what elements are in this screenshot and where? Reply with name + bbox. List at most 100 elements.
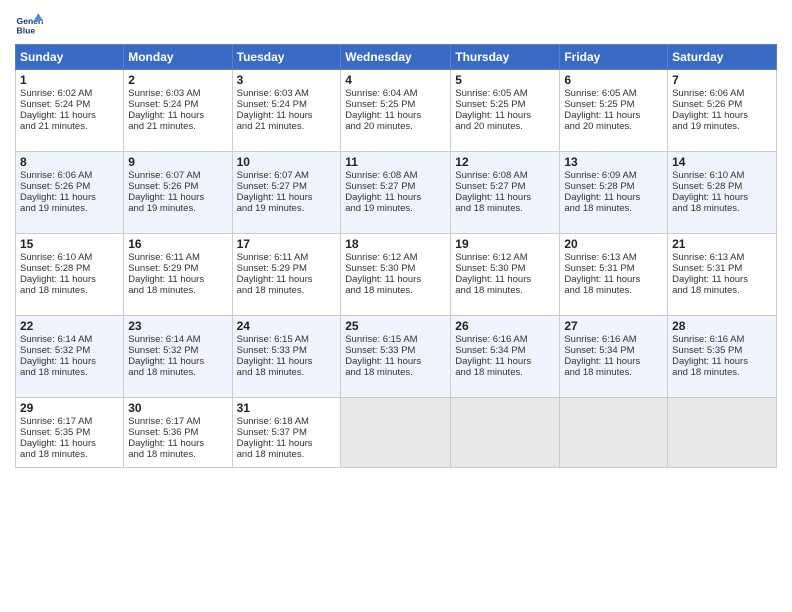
cell-info-line: Sunset: 5:25 PM [455, 99, 555, 110]
cell-info-line: and 18 minutes. [345, 367, 446, 378]
cell-info-line: Sunset: 5:34 PM [564, 345, 663, 356]
day-number: 7 [672, 73, 772, 87]
day-number: 31 [237, 401, 337, 415]
day-header-tuesday: Tuesday [232, 45, 341, 70]
cell-info-line: and 18 minutes. [128, 367, 227, 378]
calendar-cell: 13Sunrise: 6:09 AMSunset: 5:28 PMDayligh… [560, 152, 668, 234]
cell-info-line: Sunset: 5:30 PM [455, 263, 555, 274]
cell-info-line: and 18 minutes. [672, 285, 772, 296]
day-header-sunday: Sunday [16, 45, 124, 70]
cell-info-line: Daylight: 11 hours [672, 192, 772, 203]
cell-info-line: Sunrise: 6:17 AM [20, 416, 119, 427]
calendar-cell: 6Sunrise: 6:05 AMSunset: 5:25 PMDaylight… [560, 70, 668, 152]
cell-info-line: and 18 minutes. [455, 367, 555, 378]
day-number: 11 [345, 155, 446, 169]
calendar-week-row: 29Sunrise: 6:17 AMSunset: 5:35 PMDayligh… [16, 398, 777, 468]
cell-info-line: Sunrise: 6:02 AM [20, 88, 119, 99]
cell-info-line: and 21 minutes. [237, 121, 337, 132]
day-number: 1 [20, 73, 119, 87]
cell-info-line: Daylight: 11 hours [455, 110, 555, 121]
day-number: 29 [20, 401, 119, 415]
cell-info-line: Daylight: 11 hours [345, 274, 446, 285]
cell-info-line: Daylight: 11 hours [20, 274, 119, 285]
cell-info-line: Sunrise: 6:15 AM [237, 334, 337, 345]
day-number: 24 [237, 319, 337, 333]
cell-info-line: Daylight: 11 hours [237, 110, 337, 121]
cell-info-line: and 18 minutes. [564, 285, 663, 296]
calendar-cell: 26Sunrise: 6:16 AMSunset: 5:34 PMDayligh… [451, 316, 560, 398]
cell-info-line: Sunset: 5:28 PM [672, 181, 772, 192]
cell-info-line: Sunset: 5:32 PM [20, 345, 119, 356]
calendar-cell: 9Sunrise: 6:07 AMSunset: 5:26 PMDaylight… [124, 152, 232, 234]
cell-info-line: Sunset: 5:34 PM [455, 345, 555, 356]
cell-info-line: Sunset: 5:30 PM [345, 263, 446, 274]
cell-info-line: and 18 minutes. [455, 285, 555, 296]
cell-info-line: Sunset: 5:35 PM [20, 427, 119, 438]
cell-info-line: Daylight: 11 hours [672, 356, 772, 367]
cell-info-line: and 18 minutes. [237, 367, 337, 378]
cell-info-line: and 20 minutes. [345, 121, 446, 132]
calendar-week-row: 8Sunrise: 6:06 AMSunset: 5:26 PMDaylight… [16, 152, 777, 234]
cell-info-line: Sunrise: 6:14 AM [20, 334, 119, 345]
cell-info-line: and 18 minutes. [20, 367, 119, 378]
calendar-week-row: 15Sunrise: 6:10 AMSunset: 5:28 PMDayligh… [16, 234, 777, 316]
cell-info-line: Daylight: 11 hours [128, 356, 227, 367]
cell-info-line: Sunset: 5:29 PM [237, 263, 337, 274]
cell-info-line: Daylight: 11 hours [128, 274, 227, 285]
day-number: 15 [20, 237, 119, 251]
day-number: 17 [237, 237, 337, 251]
calendar-cell: 25Sunrise: 6:15 AMSunset: 5:33 PMDayligh… [341, 316, 451, 398]
calendar-cell: 28Sunrise: 6:16 AMSunset: 5:35 PMDayligh… [668, 316, 777, 398]
day-number: 3 [237, 73, 337, 87]
cell-info-line: Sunset: 5:26 PM [20, 181, 119, 192]
cell-info-line: and 20 minutes. [564, 121, 663, 132]
cell-info-line: Daylight: 11 hours [564, 274, 663, 285]
day-number: 12 [455, 155, 555, 169]
calendar-cell: 7Sunrise: 6:06 AMSunset: 5:26 PMDaylight… [668, 70, 777, 152]
cell-info-line: Sunset: 5:33 PM [237, 345, 337, 356]
cell-info-line: Daylight: 11 hours [345, 192, 446, 203]
cell-info-line: Daylight: 11 hours [20, 438, 119, 449]
logo: General Blue [15, 10, 43, 38]
cell-info-line: Sunrise: 6:03 AM [237, 88, 337, 99]
calendar-cell: 3Sunrise: 6:03 AMSunset: 5:24 PMDaylight… [232, 70, 341, 152]
cell-info-line: and 19 minutes. [672, 121, 772, 132]
cell-info-line: Sunset: 5:24 PM [237, 99, 337, 110]
cell-info-line: Sunrise: 6:10 AM [672, 170, 772, 181]
cell-info-line: Sunrise: 6:16 AM [455, 334, 555, 345]
calendar-table: SundayMondayTuesdayWednesdayThursdayFrid… [15, 44, 777, 468]
day-header-thursday: Thursday [451, 45, 560, 70]
cell-info-line: and 18 minutes. [564, 367, 663, 378]
cell-info-line: and 18 minutes. [128, 285, 227, 296]
day-number: 8 [20, 155, 119, 169]
cell-info-line: and 18 minutes. [672, 367, 772, 378]
cell-info-line: and 18 minutes. [237, 449, 337, 460]
cell-info-line: and 18 minutes. [672, 203, 772, 214]
cell-info-line: Sunrise: 6:14 AM [128, 334, 227, 345]
cell-info-line: Sunrise: 6:18 AM [237, 416, 337, 427]
cell-info-line: Sunset: 5:36 PM [128, 427, 227, 438]
calendar-week-row: 1Sunrise: 6:02 AMSunset: 5:24 PMDaylight… [16, 70, 777, 152]
day-number: 13 [564, 155, 663, 169]
cell-info-line: and 18 minutes. [345, 285, 446, 296]
calendar-cell: 20Sunrise: 6:13 AMSunset: 5:31 PMDayligh… [560, 234, 668, 316]
cell-info-line: Sunset: 5:31 PM [564, 263, 663, 274]
cell-info-line: Sunrise: 6:12 AM [345, 252, 446, 263]
calendar-cell: 19Sunrise: 6:12 AMSunset: 5:30 PMDayligh… [451, 234, 560, 316]
calendar-cell: 23Sunrise: 6:14 AMSunset: 5:32 PMDayligh… [124, 316, 232, 398]
cell-info-line: Daylight: 11 hours [455, 192, 555, 203]
cell-info-line: and 19 minutes. [128, 203, 227, 214]
cell-info-line: Sunrise: 6:04 AM [345, 88, 446, 99]
calendar-cell: 4Sunrise: 6:04 AMSunset: 5:25 PMDaylight… [341, 70, 451, 152]
cell-info-line: Daylight: 11 hours [455, 356, 555, 367]
day-header-monday: Monday [124, 45, 232, 70]
calendar-cell: 11Sunrise: 6:08 AMSunset: 5:27 PMDayligh… [341, 152, 451, 234]
day-number: 23 [128, 319, 227, 333]
cell-info-line: Daylight: 11 hours [672, 274, 772, 285]
calendar-cell: 16Sunrise: 6:11 AMSunset: 5:29 PMDayligh… [124, 234, 232, 316]
day-number: 14 [672, 155, 772, 169]
cell-info-line: Sunset: 5:24 PM [128, 99, 227, 110]
day-number: 19 [455, 237, 555, 251]
cell-info-line: Sunrise: 6:05 AM [455, 88, 555, 99]
header: General Blue [15, 10, 777, 38]
